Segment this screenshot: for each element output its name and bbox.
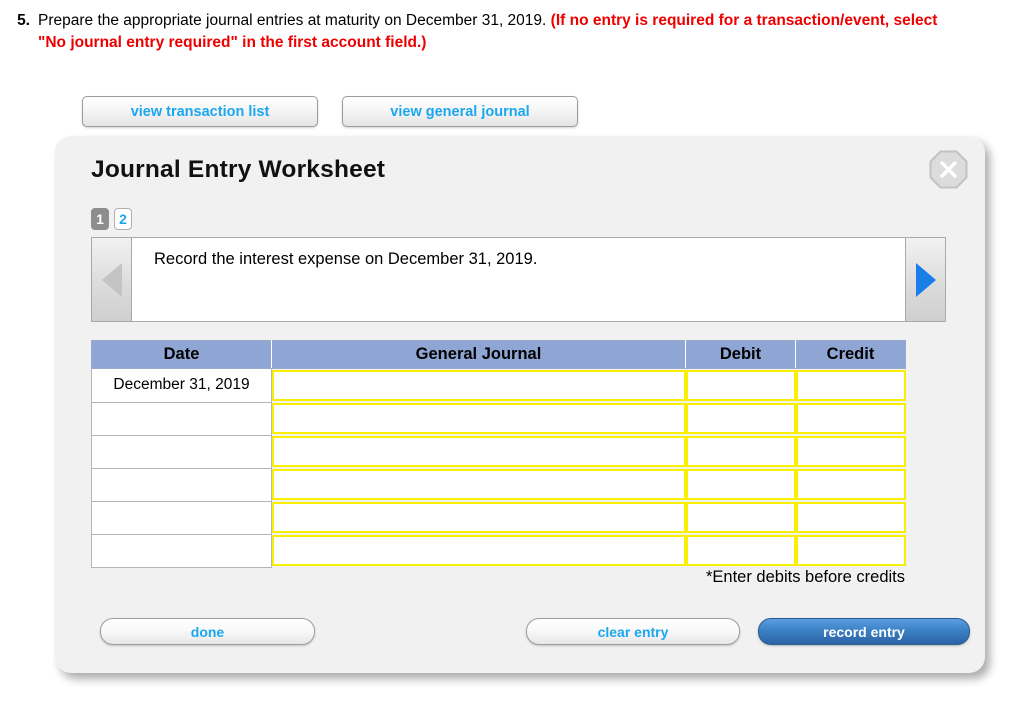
credit-cell: [795, 468, 906, 501]
account-input[interactable]: [272, 469, 686, 500]
debit-input[interactable]: [685, 436, 796, 467]
general-journal-cell: [271, 468, 686, 501]
account-input[interactable]: [272, 370, 686, 401]
instruction-strip: Record the interest expense on December …: [91, 237, 946, 322]
date-cell: [91, 434, 272, 469]
next-entry-button[interactable]: [905, 238, 945, 321]
general-journal-cell: [271, 368, 686, 402]
debit-cell: [685, 368, 796, 402]
table-row: [91, 533, 906, 568]
question-number: 5.: [17, 12, 30, 29]
credit-input[interactable]: [795, 502, 906, 533]
question-text-plain: Prepare the appropriate journal entries …: [38, 12, 547, 29]
previous-entry-button[interactable]: [92, 238, 132, 321]
credit-cell: [795, 501, 906, 534]
account-input[interactable]: [272, 502, 686, 533]
column-header-debit: Debit: [685, 340, 796, 369]
view-transaction-list-button[interactable]: view transaction list: [82, 96, 318, 127]
debit-input[interactable]: [685, 535, 796, 566]
journal-entry-table: Date General Journal Debit Credit Decemb…: [91, 340, 906, 568]
date-cell: [91, 467, 272, 502]
credit-input[interactable]: [795, 370, 906, 401]
debit-cell: [685, 501, 796, 534]
column-header-date: Date: [91, 340, 272, 369]
credit-input[interactable]: [795, 469, 906, 500]
table-row: [91, 467, 906, 502]
debit-input[interactable]: [685, 403, 796, 434]
clear-entry-button[interactable]: clear entry: [526, 618, 740, 645]
panel-title: Journal Entry Worksheet: [91, 156, 386, 183]
column-header-general-journal: General Journal: [271, 340, 686, 369]
credit-input[interactable]: [795, 535, 906, 566]
debit-input[interactable]: [685, 469, 796, 500]
table-row: December 31, 2019: [91, 368, 906, 403]
credit-cell: [795, 534, 906, 567]
general-journal-cell: [271, 435, 686, 468]
triangle-right-icon: [915, 262, 936, 297]
page-tab-1[interactable]: 1: [91, 208, 109, 230]
account-input[interactable]: [272, 436, 686, 467]
general-journal-cell: [271, 534, 686, 567]
date-cell: [91, 533, 272, 568]
done-button[interactable]: done: [100, 618, 315, 645]
general-journal-cell: [271, 402, 686, 435]
debit-cell: [685, 435, 796, 468]
record-entry-button[interactable]: record entry: [758, 618, 970, 645]
journal-entry-worksheet-panel: Journal Entry Worksheet 1 2 Record the i…: [55, 136, 985, 673]
table-header-row: Date General Journal Debit Credit: [91, 340, 906, 369]
table-row: [91, 401, 906, 436]
debit-input[interactable]: [685, 502, 796, 533]
debit-input[interactable]: [685, 370, 796, 401]
question-block: 5. Prepare the appropriate journal entri…: [0, 10, 1000, 54]
debit-cell: [685, 468, 796, 501]
view-general-journal-button[interactable]: view general journal: [342, 96, 578, 127]
date-cell: [91, 401, 272, 436]
credit-input[interactable]: [795, 403, 906, 434]
credit-cell: [795, 368, 906, 402]
general-journal-cell: [271, 501, 686, 534]
credit-cell: [795, 435, 906, 468]
debit-cell: [685, 534, 796, 567]
account-input[interactable]: [272, 403, 686, 434]
column-header-credit: Credit: [795, 340, 906, 369]
page-tab-2[interactable]: 2: [114, 208, 132, 230]
close-x-icon[interactable]: [929, 150, 968, 189]
credit-cell: [795, 402, 906, 435]
view-buttons-bar: view transaction list view general journ…: [82, 96, 578, 127]
page-tabs: 1 2: [91, 208, 132, 230]
table-row: [91, 434, 906, 469]
date-cell: December 31, 2019: [91, 368, 272, 403]
debits-before-credits-note: *Enter debits before credits: [705, 568, 905, 586]
credit-input[interactable]: [795, 436, 906, 467]
date-cell: [91, 500, 272, 535]
table-row: [91, 500, 906, 535]
instruction-text: Record the interest expense on December …: [132, 238, 905, 321]
question-text: Prepare the appropriate journal entries …: [38, 10, 958, 54]
account-input[interactable]: [272, 535, 686, 566]
triangle-left-icon: [101, 262, 122, 297]
debit-cell: [685, 402, 796, 435]
